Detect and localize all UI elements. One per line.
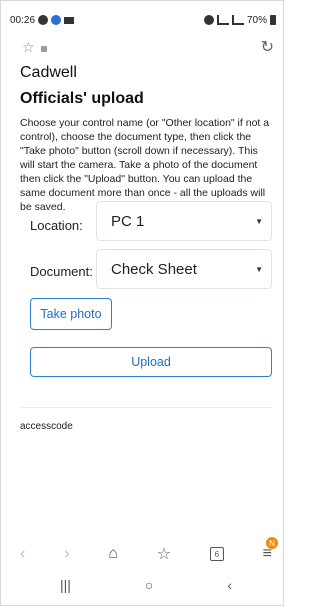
upload-button[interactable]: Upload [30,347,272,377]
home-button-icon[interactable]: ○ [145,577,153,593]
lock-icon [40,46,47,52]
status-left: 00:26 [10,14,75,26]
bookmarks-icon[interactable]: ☆ [157,544,171,564]
app-notification-icon [51,15,62,25]
home-icon[interactable]: ⌂ [108,545,118,563]
page-content: Cadwell Officials' upload Choose your co… [20,64,272,214]
document-label: Document: [30,263,93,279]
location-select[interactable]: PC 1 ▼ [96,201,272,241]
address-left: ☆ [22,39,47,56]
battery-icon [270,15,276,25]
back-icon[interactable]: ‹ [20,545,25,563]
access-code-text: accesscode [20,421,73,432]
system-nav-bar: ||| ○ ‹ [60,576,232,594]
document-value: Check Sheet [111,260,197,278]
status-right: 70% [203,14,276,26]
status-time: 00:26 [10,14,36,26]
notification-badge: N [266,537,278,549]
instructions-text: Choose your control name (or "Other loca… [20,117,270,213]
star-outline-icon[interactable]: ☆ [22,39,35,56]
dropdown-caret-icon: ▼ [255,264,263,274]
address-bar[interactable]: ☆ ↻ [22,37,274,57]
battery-percentage: 70% [246,14,267,26]
dropdown-caret-icon: ▼ [255,216,263,226]
take-photo-button[interactable]: Take photo [30,298,112,330]
reload-icon[interactable]: ↻ [261,37,274,57]
location-label: Location: [30,217,83,233]
wifi-icon [216,15,229,25]
system-back-icon[interactable]: ‹ [227,577,232,593]
menu-icon[interactable]: ≡ N [263,537,278,563]
alarm-icon [203,15,214,25]
divider [20,407,272,408]
forward-icon[interactable]: › [64,545,69,563]
page-title: Officials' upload [20,90,144,107]
tabs-icon[interactable]: 6 [209,547,224,561]
browser-toolbar: ‹ › ⌂ ☆ 6 ≡ N [20,537,278,566]
recent-apps-icon[interactable]: ||| [60,577,71,593]
document-select[interactable]: Check Sheet ▼ [96,249,272,289]
signal-icon [231,15,244,25]
app-title: Cadwell [20,64,77,81]
status-bar: 00:26 70% [10,12,276,28]
mail-icon [64,16,75,24]
notification-icon [38,15,49,25]
location-value: PC 1 [111,212,145,230]
